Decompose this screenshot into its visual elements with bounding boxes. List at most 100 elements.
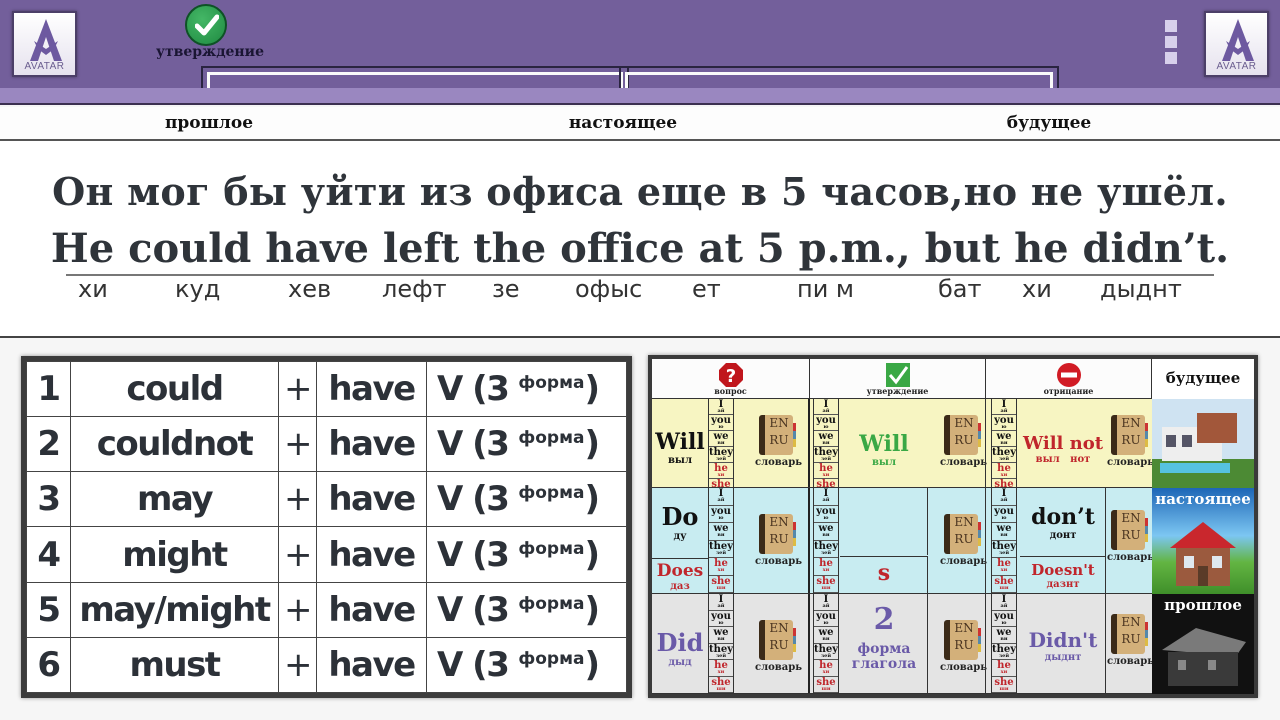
pronoun-she[interactable]: sheши bbox=[992, 576, 1016, 593]
pronoun-ru: ай bbox=[1000, 497, 1008, 503]
pronoun-they[interactable]: they зей bbox=[992, 447, 1016, 463]
transcription-word: пи м bbox=[797, 275, 855, 303]
dictionary-label: словарь bbox=[1107, 552, 1155, 563]
vertical-dots-icon[interactable] bbox=[1165, 20, 1177, 68]
russian-sentence: Он мог бы уйти из офиса еще в 5 часов,но… bbox=[52, 169, 1228, 214]
close-paren: ) bbox=[584, 589, 600, 630]
formula-row: 2 couldnot + have V (3 форма) bbox=[26, 416, 627, 473]
pronoun-he[interactable]: he хи bbox=[992, 660, 1016, 677]
top-bar-strip bbox=[0, 88, 1280, 105]
check-icon bbox=[195, 14, 219, 36]
avatar-logo-right[interactable]: AVATAR bbox=[1204, 11, 1269, 77]
mode-label: утверждение bbox=[156, 44, 264, 60]
formula-table-panel: 1 could + have V (3 форма) 2 couldnot + have V (3 ф… bbox=[21, 356, 632, 698]
row-number: 2 bbox=[26, 416, 71, 473]
verb-label: V (3 bbox=[437, 424, 510, 465]
transcription-word: дыднт bbox=[1100, 275, 1182, 303]
modal-verb: may bbox=[70, 471, 279, 528]
affirmative-mode-button[interactable] bbox=[185, 4, 227, 46]
green-check-icon bbox=[885, 363, 910, 387]
pronoun-she[interactable]: sheши bbox=[992, 677, 1016, 693]
header-question-label: вопрос bbox=[714, 386, 747, 396]
logo-text: AVATAR bbox=[24, 61, 65, 72]
formula-row: 6 must + have V (3 форма) bbox=[26, 636, 627, 694]
present-image[interactable]: настоящее bbox=[1152, 488, 1254, 594]
close-paren: ) bbox=[584, 424, 600, 465]
tense-future[interactable]: будущее bbox=[969, 113, 1129, 133]
avatar-logo-icon bbox=[1222, 19, 1254, 61]
plus-sign: + bbox=[278, 636, 317, 694]
dictionary-button[interactable]: EN RU словарь bbox=[1107, 415, 1154, 468]
pronoun-column: Iайyouюweвиtheyзейheхиsheши bbox=[991, 488, 1017, 593]
pronoun-you[interactable]: you ю bbox=[992, 611, 1016, 627]
question-stop-icon: ? bbox=[718, 363, 743, 387]
plus-sign: + bbox=[278, 581, 317, 638]
pronoun-you[interactable]: you ю bbox=[992, 506, 1016, 523]
verb-third-form: V (3 форма) bbox=[426, 581, 627, 638]
modal-perfect-formula-table: 1 could + have V (3 форма) 2 couldnot + have V (3 ф… bbox=[26, 360, 627, 694]
forma-label: форма bbox=[518, 373, 585, 394]
row-past: Did дыд Iай you ю we ви they зей he хи she ши EN RU… bbox=[652, 594, 1155, 694]
row-present: Do ду Does даз Iай you ю we ви they зей he хи she… bbox=[652, 488, 1155, 594]
future-image[interactable]: будущее bbox=[1152, 359, 1254, 488]
verb-third-form: V (3 форма) bbox=[426, 360, 627, 418]
tense-present[interactable]: настоящее bbox=[543, 113, 703, 133]
transcription-word: бат bbox=[938, 275, 982, 303]
dictionary-button[interactable]: EN RU словарь bbox=[1107, 614, 1155, 667]
header-negative[interactable]: отрицание bbox=[986, 359, 1152, 399]
row-number: 1 bbox=[26, 360, 71, 418]
have-word: have bbox=[316, 581, 427, 638]
header-affirmative[interactable]: утверждение bbox=[810, 359, 986, 399]
pronoun-ru: хи bbox=[1000, 567, 1008, 573]
tense-past[interactable]: прошлое bbox=[129, 113, 289, 133]
en-ru-dictionary-icon: EN RU bbox=[1111, 614, 1148, 654]
pronoun-he[interactable]: he хи bbox=[992, 463, 1016, 479]
pronoun-we[interactable]: we ви bbox=[992, 523, 1016, 541]
transcription-word: зе bbox=[492, 275, 520, 303]
cottage-house-icon bbox=[1170, 522, 1236, 586]
pronoun-we[interactable]: we ви bbox=[992, 627, 1016, 644]
pronoun-ru: хи bbox=[1000, 669, 1008, 675]
have-word: have bbox=[316, 471, 427, 528]
top-bar: AVATAR утверждение AVATAR bbox=[0, 0, 1280, 102]
forma-label: форма bbox=[518, 593, 585, 614]
header-question[interactable]: ? вопрос bbox=[652, 359, 810, 399]
modern-house-icon bbox=[1152, 399, 1254, 488]
pronoun-we[interactable]: we ви bbox=[992, 431, 1016, 447]
verb-third-form: V (3 форма) bbox=[426, 471, 627, 528]
dict-ru: RU bbox=[1121, 632, 1141, 646]
dict-ru: RU bbox=[1121, 433, 1141, 447]
svg-text:?: ? bbox=[725, 366, 735, 387]
pronoun-i[interactable]: Iай bbox=[992, 399, 1016, 415]
past-image-label: прошлое bbox=[1164, 596, 1242, 614]
pronoun-i[interactable]: Iай bbox=[992, 488, 1016, 506]
have-word: have bbox=[316, 526, 427, 583]
pronoun-column: Iайyouюweвиtheyзейheхиsheши bbox=[991, 594, 1017, 693]
transcription-word: лефт bbox=[382, 275, 447, 303]
forma-label: форма bbox=[518, 483, 585, 504]
transcription-word: ет bbox=[692, 275, 721, 303]
pronoun-i[interactable]: Iай bbox=[992, 594, 1016, 611]
pronoun-they[interactable]: they зей bbox=[992, 644, 1016, 660]
plus-sign: + bbox=[278, 360, 317, 418]
pronoun-ru: ай bbox=[1000, 603, 1008, 609]
logo-text: AVATAR bbox=[1216, 61, 1257, 72]
old-house-icon bbox=[1162, 628, 1246, 686]
avatar-logo-left[interactable]: AVATAR bbox=[12, 11, 77, 77]
past-image[interactable]: прошлое bbox=[1152, 594, 1254, 694]
dictionary-label: словарь bbox=[1107, 656, 1155, 667]
verb-third-form: V (3 форма) bbox=[426, 526, 627, 583]
dictionary-button[interactable]: EN RU словарь bbox=[1107, 510, 1155, 563]
verb-label: V (3 bbox=[437, 479, 510, 520]
plus-sign: + bbox=[278, 416, 317, 473]
pronoun-they[interactable]: they зей bbox=[992, 541, 1016, 558]
future-negative-word: Will not выл нот bbox=[1022, 433, 1104, 465]
dict-en: EN bbox=[1121, 416, 1141, 430]
close-paren: ) bbox=[584, 644, 600, 685]
pronoun-you[interactable]: you ю bbox=[992, 415, 1016, 431]
pronoun-he[interactable]: he хи bbox=[992, 558, 1016, 576]
verb-label: V (3 bbox=[437, 369, 510, 410]
row-number: 3 bbox=[26, 471, 71, 528]
transcription-word: хев bbox=[288, 275, 332, 303]
plus-sign: + bbox=[278, 471, 317, 528]
